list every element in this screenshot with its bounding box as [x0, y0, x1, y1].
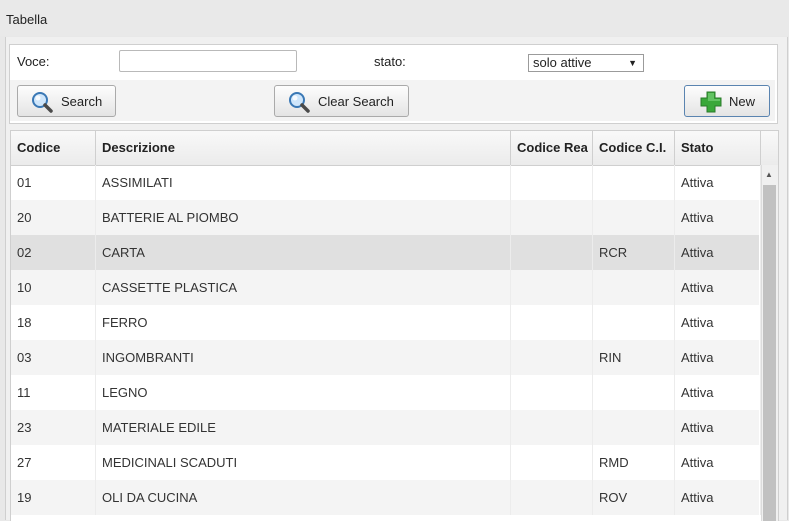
codice-ci-cell: RCR: [593, 235, 675, 270]
codice-cell: 20: [11, 200, 96, 235]
codice-cell: 23: [11, 410, 96, 445]
scroll-up-arrow-icon[interactable]: ▲: [765, 170, 773, 179]
codice-cell: 10: [11, 270, 96, 305]
table-row[interactable]: 20 BATTERIE AL PIOMBO Attiva: [11, 200, 761, 235]
stato-cell: Attiva: [675, 165, 761, 200]
column-header-stato[interactable]: Stato: [675, 131, 761, 165]
codice-rea-cell: [511, 200, 593, 235]
codice-rea-cell: [511, 445, 593, 480]
codice-ci-cell: [593, 410, 675, 445]
table-row[interactable]: 01 ASSIMILATI Attiva: [11, 165, 761, 200]
codice-rea-cell: [511, 480, 593, 515]
codice-ci-cell: [593, 375, 675, 410]
descrizione-cell: ASSIMILATI: [96, 165, 511, 200]
stato-select-value: solo attive: [533, 55, 592, 70]
clear-search-button-label: Clear Search: [318, 94, 394, 109]
magnifier-icon: [289, 92, 310, 113]
column-header-codice-rea[interactable]: Codice Rea: [511, 131, 593, 165]
codice-rea-cell: [511, 270, 593, 305]
table-row[interactable]: 27 MEDICINALI SCADUTI RMD Attiva: [11, 445, 761, 480]
stato-select[interactable]: solo attive ▼: [528, 54, 644, 72]
codice-ci-cell: RMD: [593, 445, 675, 480]
codice-ci-cell: [593, 270, 675, 305]
codice-cell: 01: [11, 165, 96, 200]
search-button-label: Search: [61, 94, 103, 109]
panel-header: Tabella: [0, 0, 789, 36]
codice-cell: 11: [11, 375, 96, 410]
data-grid: Codice Descrizione Codice Rea Codice C.I…: [10, 130, 779, 521]
search-button[interactable]: Search: [17, 85, 116, 117]
codice-ci-cell: [593, 165, 675, 200]
codice-ci-cell: ROV: [593, 480, 675, 515]
new-button[interactable]: New: [684, 85, 770, 117]
stato-cell: Attiva: [675, 340, 761, 375]
codice-cell: 03: [11, 340, 96, 375]
codice-cell: 27: [11, 445, 96, 480]
descrizione-cell: FERRO: [96, 305, 511, 340]
descrizione-cell: INGOMBRANTI: [96, 340, 511, 375]
stato-cell: Attiva: [675, 480, 761, 515]
table-row[interactable]: 03 INGOMBRANTI RIN Attiva: [11, 340, 761, 375]
codice-cell: 19: [11, 480, 96, 515]
dropdown-arrow-icon: ▼: [628, 58, 637, 68]
column-header-codice[interactable]: Codice: [11, 131, 96, 165]
descrizione-cell: LEGNO: [96, 375, 511, 410]
table-row[interactable]: 23 MATERIALE EDILE Attiva: [11, 410, 761, 445]
scrollbar-thumb[interactable]: [763, 185, 776, 521]
codice-cell: 18: [11, 305, 96, 340]
descrizione-cell: BATTERIE AL PIOMBO: [96, 200, 511, 235]
column-header-codice-ci[interactable]: Codice C.I.: [593, 131, 675, 165]
stato-cell: Attiva: [675, 200, 761, 235]
column-header-descrizione[interactable]: Descrizione: [96, 131, 511, 165]
stato-label: stato:: [374, 54, 406, 69]
codice-rea-cell: [511, 165, 593, 200]
descrizione-cell: MATERIALE EDILE: [96, 410, 511, 445]
stato-cell: Attiva: [675, 270, 761, 305]
voce-label: Voce:: [17, 54, 50, 69]
stato-cell: Attiva: [675, 445, 761, 480]
codice-cell: 02: [11, 235, 96, 270]
clear-search-button[interactable]: Clear Search: [274, 85, 409, 117]
codice-rea-cell: [511, 305, 593, 340]
descrizione-cell: CARTA: [96, 235, 511, 270]
panel-title: Tabella: [6, 12, 48, 27]
codice-rea-cell: [511, 375, 593, 410]
stato-cell: Attiva: [675, 305, 761, 340]
codice-rea-cell: [511, 235, 593, 270]
table-row[interactable]: 10 CASSETTE PLASTICA Attiva: [11, 270, 761, 305]
codice-ci-cell: [593, 305, 675, 340]
codice-ci-cell: [593, 200, 675, 235]
descrizione-cell: MEDICINALI SCADUTI: [96, 445, 511, 480]
stato-cell: Attiva: [675, 235, 761, 270]
descrizione-cell: CASSETTE PLASTICA: [96, 270, 511, 305]
table-row[interactable]: 11 LEGNO Attiva: [11, 375, 761, 410]
table-row[interactable]: 18 FERRO Attiva: [11, 305, 761, 340]
codice-rea-cell: [511, 340, 593, 375]
descrizione-cell: OLI DA CUCINA: [96, 480, 511, 515]
magnifier-icon: [32, 92, 53, 113]
new-button-label: New: [729, 94, 756, 109]
grid-header: Codice Descrizione Codice Rea Codice C.I…: [11, 131, 778, 166]
table-row[interactable]: 19 OLI DA CUCINA ROV Attiva: [11, 480, 761, 515]
stato-cell: Attiva: [675, 410, 761, 445]
vertical-scrollbar[interactable]: ▲: [761, 165, 778, 521]
codice-ci-cell: RIN: [593, 340, 675, 375]
stato-cell: Attiva: [675, 375, 761, 410]
voce-input[interactable]: [119, 50, 297, 72]
plus-icon: [700, 91, 722, 113]
codice-rea-cell: [511, 410, 593, 445]
table-row[interactable]: 02 CARTA RCR Attiva: [11, 235, 761, 270]
